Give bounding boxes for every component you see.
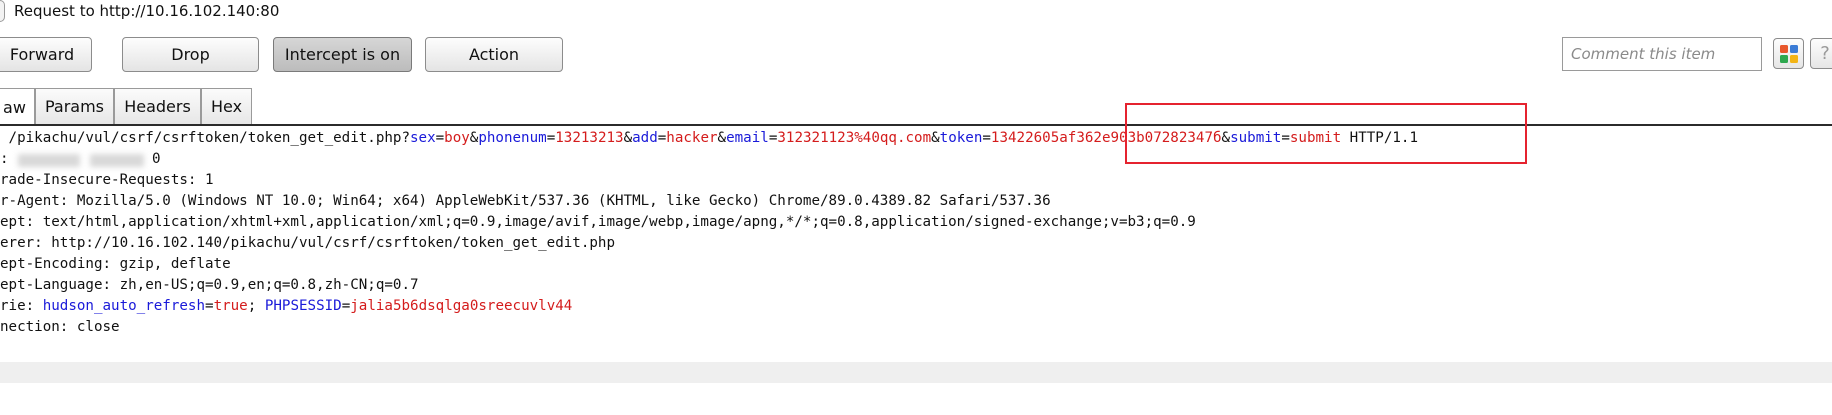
http-protocol: HTTP/1.1 [1341, 130, 1419, 146]
header-upgrade-insecure: rade-Insecure-Requests: 1 [0, 172, 214, 188]
param-key: submit [1230, 130, 1282, 146]
request-title-edge [0, 0, 5, 22]
cookie-key: PHPSESSID [264, 298, 342, 314]
tab-hex[interactable]: Hex [201, 88, 252, 124]
param-value: boy [444, 130, 470, 146]
equals-sign: = [341, 298, 351, 314]
header-referer: erer: http://10.16.102.140/pikachu/vul/c… [0, 235, 615, 251]
request-title: Request to http://10.16.102.140:80 [14, 2, 280, 20]
header-user-agent: r-Agent: Mozilla/5.0 (Windows NT 10.0; W… [0, 193, 1051, 209]
header-accept-encoding: ept-Encoding: gzip, deflate [0, 256, 231, 272]
ampersand: & [931, 130, 940, 146]
request-path: /pikachu/vul/csrf/csrftoken/token_get_ed… [0, 130, 410, 146]
param-value: hacker [666, 130, 718, 146]
equals-sign: = [435, 130, 445, 146]
token-key: token [939, 130, 983, 146]
param-key: add [632, 130, 658, 146]
drop-button[interactable]: Drop [122, 37, 259, 72]
cookie-value: true [213, 298, 248, 314]
help-button[interactable]: ? [1810, 38, 1832, 69]
colored-grid-icon [1779, 44, 1798, 63]
highlight-color-button[interactable] [1773, 38, 1804, 69]
request-editor[interactable]: /pikachu/vul/csrf/csrftoken/token_get_ed… [0, 126, 1832, 362]
tab-raw[interactable]: aw [0, 88, 35, 126]
header-accept-language: ept-Language: zh,en-US;q=0.9,en;q=0.8,zh… [0, 277, 419, 293]
param-key: sex [410, 130, 436, 146]
forward-button[interactable]: Forward [0, 37, 92, 72]
equals-sign: = [546, 130, 556, 146]
token-value: 13422605af362e903b07282347б [990, 130, 1222, 146]
equals-sign: = [982, 130, 991, 146]
help-icon: ? [1820, 43, 1830, 64]
cookie-separator: ; [247, 298, 265, 314]
header-connection: nection: close [0, 319, 120, 335]
redacted-host-part [18, 154, 80, 167]
equals-sign: = [657, 130, 667, 146]
intercept-toggle-button[interactable]: Intercept is on [273, 37, 412, 72]
equals-sign: = [1281, 130, 1290, 146]
request-line: /pikachu/vul/csrf/csrftoken/token_get_ed… [0, 128, 1418, 149]
header-host: : [0, 149, 9, 170]
cookie-key: hudson_auto_refresh [42, 298, 206, 314]
header-cookie: rie: hudson_auto_refresh=true; PHPSESSID… [0, 296, 572, 317]
ampersand: & [623, 130, 633, 146]
tab-headers[interactable]: Headers [114, 88, 201, 124]
tab-params[interactable]: Params [35, 88, 114, 124]
host-prefix: : [0, 151, 9, 167]
redacted-host-part [90, 154, 144, 167]
host-tail: 0 [152, 151, 161, 167]
comment-input[interactable] [1562, 37, 1762, 71]
equals-sign: = [205, 298, 214, 314]
param-value: 312321123%40qq.com [777, 130, 932, 146]
cookie-value: jalia5b6dsqlga0sreecuvlv44 [350, 298, 573, 314]
ampersand: & [717, 130, 727, 146]
editor-bottom-band [0, 362, 1832, 383]
request-title-bar: Request to http://10.16.102.140:80 [0, 0, 279, 22]
burp-intercept-panel: Request to http://10.16.102.140:80 Forwa… [0, 0, 1832, 415]
ampersand: & [1221, 130, 1231, 146]
param-key: phonenum [478, 130, 547, 146]
param-value: 13213213 [555, 130, 624, 146]
header-accept: ept: text/html,application/xhtml+xml,app… [0, 214, 1196, 230]
param-key: email [726, 130, 769, 146]
action-button[interactable]: Action [425, 37, 563, 72]
param-value: submit [1289, 130, 1342, 146]
cookie-prefix: rie: [0, 298, 43, 314]
